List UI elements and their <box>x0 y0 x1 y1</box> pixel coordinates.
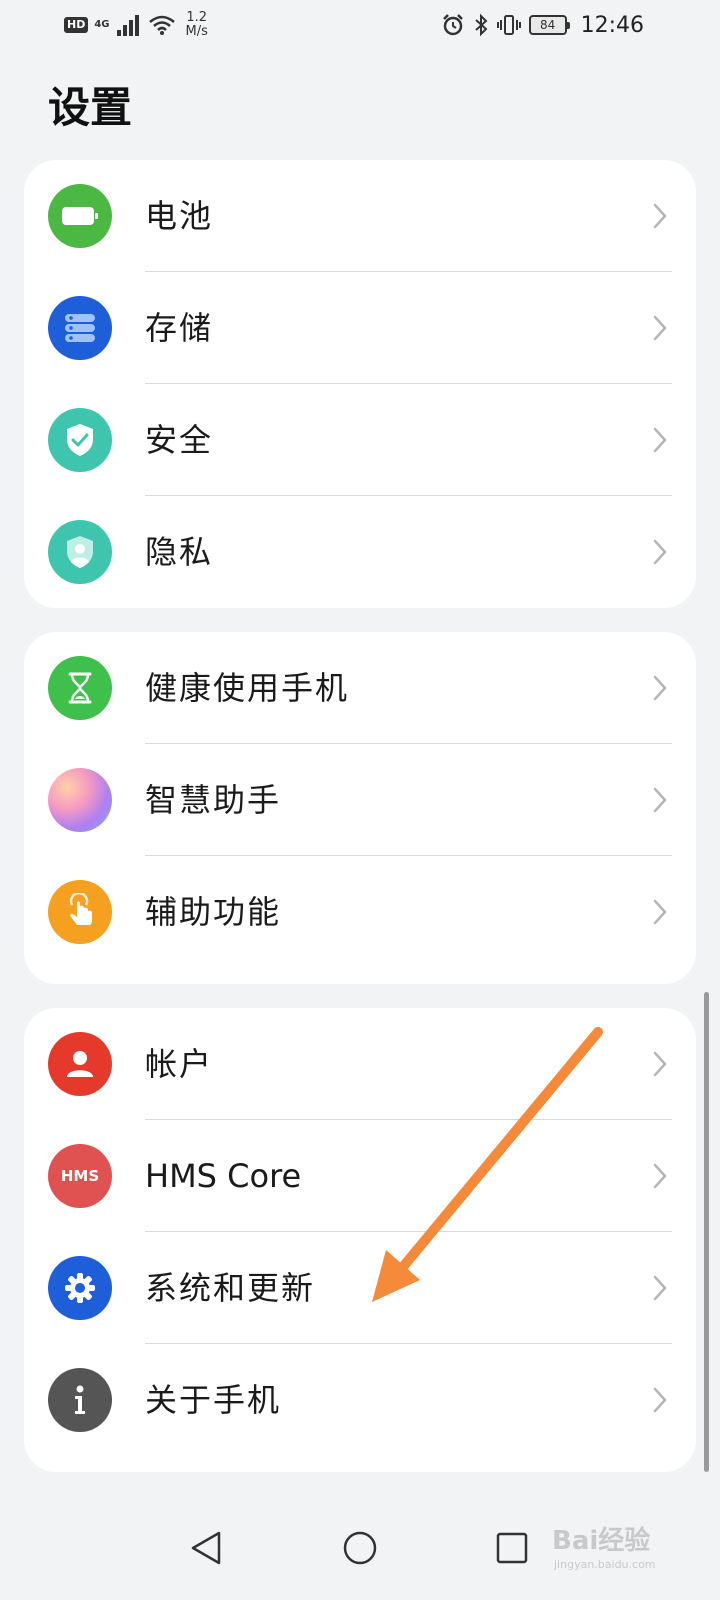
bluetooth-icon <box>474 13 488 37</box>
settings-item-about-phone[interactable]: 关于手机 <box>24 1344 696 1456</box>
battery-icon <box>48 184 112 248</box>
settings-item-label: HMS Core <box>145 1157 302 1195</box>
chevron-right-icon <box>653 787 667 813</box>
chevron-right-icon <box>653 539 667 565</box>
chevron-right-icon <box>653 203 667 229</box>
hms-logo-icon: HMS <box>48 1144 112 1208</box>
chevron-right-icon <box>653 1163 667 1189</box>
status-bar: HD 4G 1.2 M/s 84 12:46 <box>0 0 720 50</box>
settings-item-label: 健康使用手机 <box>145 669 350 707</box>
chevron-right-icon <box>653 1051 667 1077</box>
back-button[interactable] <box>176 1518 236 1578</box>
recents-button[interactable] <box>482 1518 542 1578</box>
status-right: 84 12:46 <box>441 10 644 40</box>
speed-value: 1.2 <box>186 10 208 25</box>
chevron-right-icon <box>653 1387 667 1413</box>
recents-square-icon <box>496 1532 528 1564</box>
network-type: 4G <box>94 19 110 30</box>
chevron-right-icon <box>653 315 667 341</box>
assistant-orb-icon <box>48 768 112 832</box>
settings-item-label: 系统和更新 <box>145 1269 316 1307</box>
chevron-right-icon <box>653 675 667 701</box>
signal-icon <box>116 15 139 36</box>
chevron-right-icon <box>653 1275 667 1301</box>
page-title: 设置 <box>48 83 133 132</box>
settings-item-label: 辅助功能 <box>145 893 282 931</box>
settings-item-privacy[interactable]: 隐私 <box>24 496 696 608</box>
hourglass-icon <box>48 656 112 720</box>
home-button[interactable] <box>330 1518 390 1578</box>
settings-item-hms-core[interactable]: HMS HMS Core <box>24 1120 696 1232</box>
settings-item-label: 电池 <box>145 197 214 235</box>
speed-unit: M/s <box>185 24 208 39</box>
watermark-sub: jingyan.baidu.com <box>554 1558 656 1571</box>
status-left: HD 4G 1.2 M/s <box>64 10 208 40</box>
hd-badge: HD <box>64 17 89 33</box>
home-circle-icon <box>343 1531 377 1565</box>
hand-touch-icon <box>48 880 112 944</box>
chevron-right-icon <box>653 899 667 925</box>
wifi-icon <box>148 15 175 35</box>
back-triangle-icon <box>191 1531 221 1565</box>
settings-group-2: 健康使用手机 智慧助手 辅助功能 <box>24 632 696 984</box>
gear-icon <box>48 1256 112 1320</box>
shield-check-icon <box>48 408 112 472</box>
settings-item-system-update[interactable]: 系统和更新 <box>24 1232 696 1344</box>
settings-group-3: 帐户 HMS HMS Core 系统和更新 关于手机 <box>24 1008 696 1472</box>
settings-item-security[interactable]: 安全 <box>24 384 696 496</box>
settings-item-accessibility[interactable]: 辅助功能 <box>24 856 696 968</box>
settings-item-label: 智慧助手 <box>145 781 282 819</box>
hms-logo-text: HMS <box>60 1167 100 1185</box>
settings-item-label: 关于手机 <box>145 1381 282 1419</box>
settings-item-label: 帐户 <box>145 1045 214 1083</box>
settings-item-label: 隐私 <box>145 533 214 571</box>
settings-item-storage[interactable]: 存储 <box>24 272 696 384</box>
alarm-icon <box>442 14 463 36</box>
storage-icon <box>48 296 112 360</box>
settings-item-battery[interactable]: 电池 <box>24 160 696 272</box>
chevron-right-icon <box>653 427 667 453</box>
info-icon <box>48 1368 112 1432</box>
scrollbar[interactable] <box>704 992 709 1472</box>
settings-group-1: 电池 存储 安全 隐私 <box>24 160 696 608</box>
settings-item-digital-balance[interactable]: 健康使用手机 <box>24 632 696 744</box>
vibrate-icon <box>496 15 521 35</box>
settings-item-label: 存储 <box>145 309 214 347</box>
clock: 12:46 <box>580 12 644 38</box>
settings-item-accounts[interactable]: 帐户 <box>24 1008 696 1120</box>
person-icon <box>48 1032 112 1096</box>
privacy-shield-icon <box>48 520 112 584</box>
watermark-main: Bai经验 <box>552 1526 651 1556</box>
network-speed: 1.2 M/s <box>186 11 208 39</box>
settings-item-label: 安全 <box>145 421 214 459</box>
battery-indicator: 84 <box>528 15 570 35</box>
baidu-watermark: Bai经验 jingyan.baidu.com <box>552 1512 692 1582</box>
settings-item-smart-assistant[interactable]: 智慧助手 <box>24 744 696 856</box>
